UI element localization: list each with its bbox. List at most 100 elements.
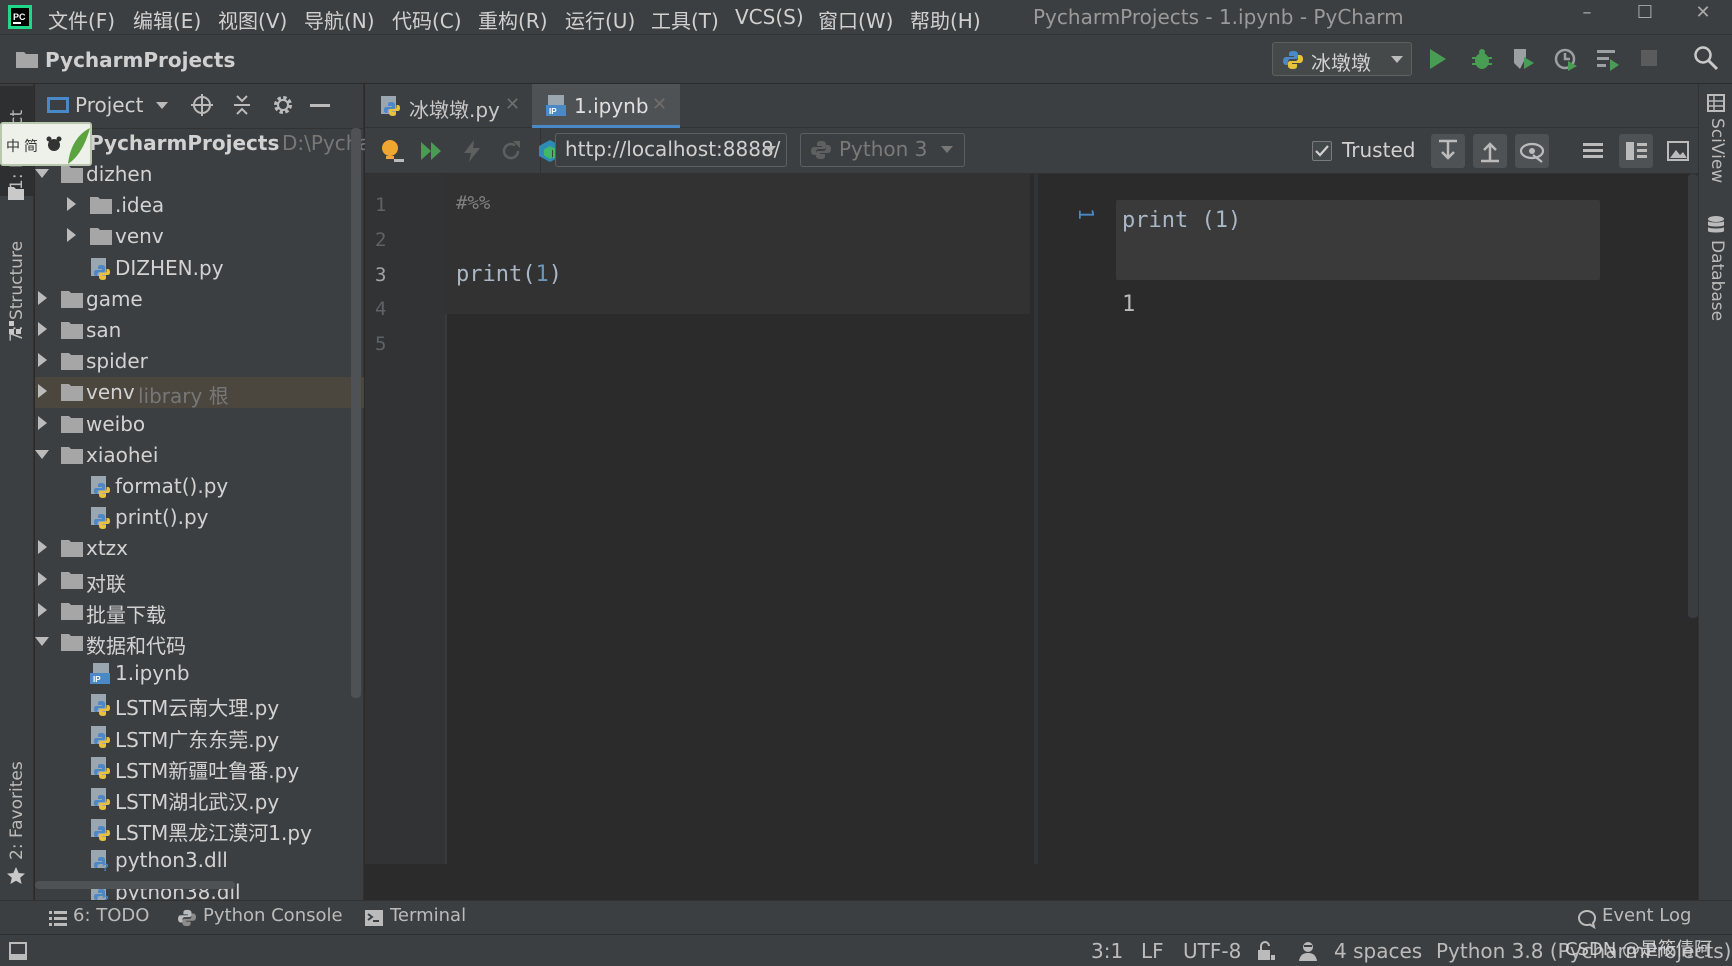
close-tab-icon[interactable]: ✕ [652, 94, 667, 115]
toggle-tool-windows-icon[interactable] [9, 942, 27, 960]
chevron-right-icon[interactable] [35, 539, 49, 555]
tree-item[interactable]: xiaohei [35, 440, 364, 471]
move-cell-down-button[interactable] [1431, 134, 1465, 168]
menu-navigate[interactable]: 导航(N) [304, 5, 375, 34]
maximize-button[interactable]: ☐ [1630, 2, 1660, 30]
tree-item[interactable]: .idea [35, 190, 364, 221]
close-tab-icon[interactable]: ✕ [505, 94, 520, 115]
chevron-right-icon[interactable] [64, 227, 78, 243]
preview-cell[interactable]: print (1) [1116, 200, 1600, 280]
trusted-label[interactable]: Trusted [1342, 138, 1415, 162]
menu-refactor[interactable]: 重构(R) [478, 5, 548, 34]
tree-item[interactable]: LSTM新疆吐鲁番.py [35, 752, 364, 783]
database-tool-window-button[interactable]: Database [1699, 210, 1732, 321]
tree-item[interactable]: print().py [35, 502, 364, 533]
chevron-down-icon[interactable] [35, 165, 49, 181]
chevron-right-icon[interactable] [35, 383, 49, 399]
tree-item[interactable]: IP 1.ipynb [35, 658, 364, 689]
sciview-tool-window-button[interactable]: SciView [1699, 86, 1732, 186]
tree-item[interactable]: 批量下载 [35, 596, 364, 627]
menu-code[interactable]: 代码(C) [392, 5, 462, 34]
tree-item[interactable]: LSTM广东东莞.py [35, 721, 364, 752]
tab-1-ipynb[interactable]: IP 1.ipynb ✕ [532, 84, 680, 128]
move-cell-up-button[interactable] [1473, 134, 1507, 168]
chevron-down-icon[interactable] [156, 102, 168, 110]
locate-icon[interactable] [191, 94, 213, 116]
tree-item[interactable]: weibo [35, 409, 364, 440]
gear-icon[interactable] [272, 94, 294, 116]
chevron-down-icon[interactable] [35, 633, 49, 649]
menu-help[interactable]: 帮助(H) [910, 5, 981, 34]
code-editor[interactable]: #%% print(1) [445, 174, 1030, 864]
profile-icon[interactable] [1554, 47, 1578, 71]
run-all-icon[interactable] [420, 141, 444, 161]
editor-and-preview-button[interactable] [1619, 134, 1653, 168]
chevron-right-icon[interactable] [35, 602, 49, 618]
close-button[interactable]: ✕ [1688, 2, 1718, 30]
structure-tool-window-button[interactable]: 7: Structure [0, 224, 34, 354]
lightbulb-icon[interactable] [380, 139, 404, 165]
restart-kernel-icon[interactable] [500, 140, 522, 162]
kernel-selector[interactable]: Python 3 [800, 133, 965, 167]
chevron-right-icon[interactable] [35, 415, 49, 431]
preview-scrollbar[interactable] [1688, 174, 1698, 618]
tree-item[interactable]: san [35, 315, 364, 346]
folder-icon [61, 320, 83, 340]
debug-icon[interactable] [1470, 47, 1494, 71]
tree-item[interactable]: venv [35, 221, 364, 252]
file-encoding[interactable]: UTF-8 [1183, 939, 1241, 963]
menu-view[interactable]: 视图(V) [218, 5, 287, 34]
hide-panel-icon[interactable] [310, 104, 330, 107]
tab-bingdundun-py[interactable]: 冰墩墩.py ✕ [365, 84, 530, 128]
run-icon[interactable] [1428, 47, 1448, 71]
stop-icon[interactable] [1640, 49, 1658, 67]
trusted-checkbox[interactable] [1312, 141, 1332, 161]
tree-item[interactable]: LSTM湖北武汉.py [35, 783, 364, 814]
project-hscrollbar[interactable] [35, 881, 235, 889]
chevron-down-icon[interactable] [35, 446, 49, 462]
run-concurrency-icon[interactable] [1596, 47, 1620, 71]
caret-position[interactable]: 3:1 [1091, 939, 1123, 963]
editor-only-icon[interactable] [1582, 140, 1604, 162]
chevron-right-icon[interactable] [35, 321, 49, 337]
tree-item[interactable]: venv library 根 [35, 377, 364, 408]
project-view-selector[interactable]: Project [75, 93, 143, 117]
tree-item[interactable]: LSTM云南大理.py [35, 689, 364, 720]
menu-run[interactable]: 运行(U) [565, 5, 635, 34]
chevron-right-icon[interactable] [35, 571, 49, 587]
inspector-icon[interactable] [1297, 940, 1319, 962]
interrupt-kernel-icon[interactable] [463, 140, 481, 162]
menu-edit[interactable]: 编辑(E) [133, 5, 201, 34]
tree-item[interactable]: 对联 [35, 565, 364, 596]
run-config-selector[interactable]: 冰墩墩 [1272, 42, 1412, 76]
chevron-right-icon[interactable] [35, 290, 49, 306]
tree-item[interactable]: LSTM黑龙江漠河1.py [35, 814, 364, 845]
chevron-right-icon[interactable] [64, 196, 78, 212]
menu-vcs[interactable]: VCS(S) [735, 5, 804, 29]
line-separator[interactable]: LF [1141, 939, 1164, 963]
lock-icon[interactable] [1257, 941, 1275, 961]
menu-file[interactable]: 文件(F) [48, 5, 115, 34]
coverage-icon[interactable] [1512, 47, 1536, 71]
chevron-right-icon[interactable] [35, 352, 49, 368]
jupyter-server-selector[interactable]: http://localhost:8888/ [555, 133, 787, 167]
indent-setting[interactable]: 4 spaces [1334, 939, 1422, 963]
tree-item[interactable]: 数据和代码 [35, 627, 364, 658]
preview-only-icon[interactable] [1667, 140, 1689, 162]
tree-item[interactable]: game [35, 284, 364, 315]
tree-item[interactable]: xtzx [35, 533, 364, 564]
breadcrumb-project[interactable]: PycharmProjects [45, 48, 235, 72]
project-scrollbar[interactable] [351, 128, 361, 698]
menu-tools[interactable]: 工具(T) [651, 5, 719, 34]
minimize-button[interactable]: – [1572, 2, 1602, 30]
tree-item[interactable]: format().py [35, 471, 364, 502]
search-icon[interactable] [1693, 45, 1719, 71]
tree-item[interactable]: ? python3.dll [35, 845, 364, 876]
toggle-output-button[interactable] [1515, 134, 1549, 168]
collapse-all-icon[interactable] [232, 94, 252, 116]
tree-item[interactable]: dizhen [35, 159, 364, 190]
favorites-tool-window-button[interactable]: 2: Favorites [0, 744, 34, 894]
tree-item[interactable]: DIZHEN.py [35, 253, 364, 284]
tree-item[interactable]: spider [35, 346, 364, 377]
menu-window[interactable]: 窗口(W) [818, 5, 893, 34]
